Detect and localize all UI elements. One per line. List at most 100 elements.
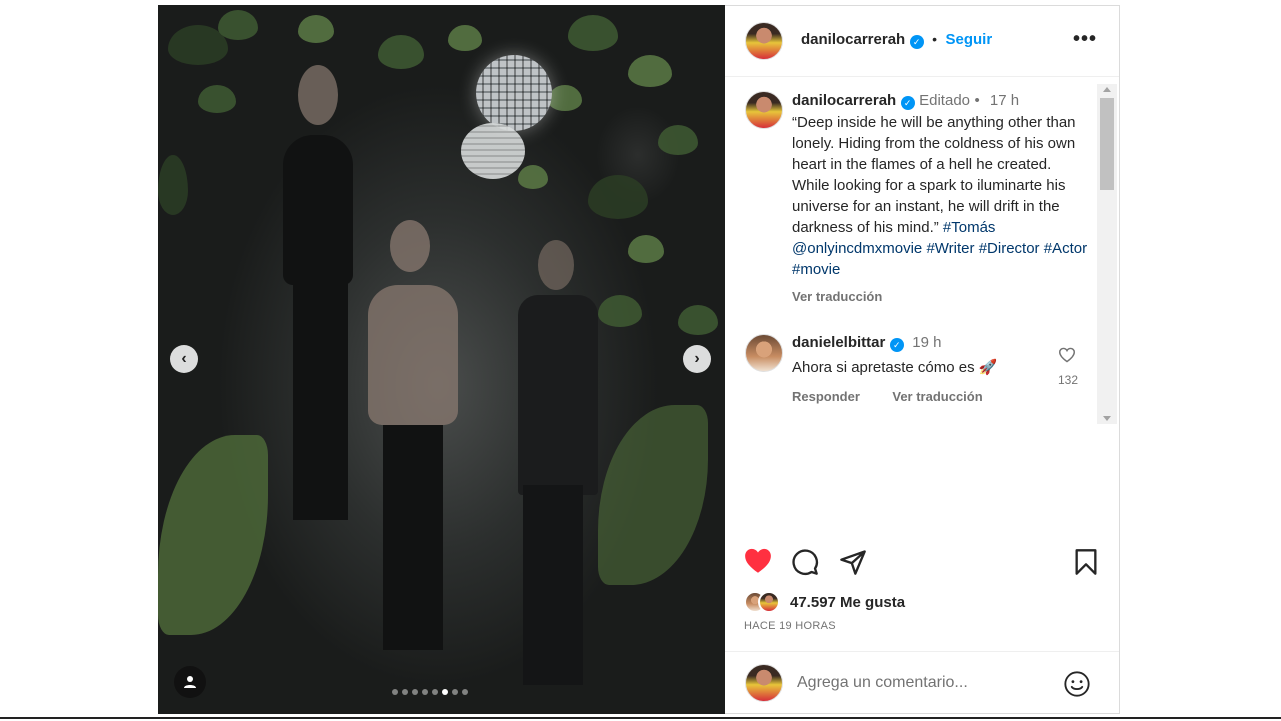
carousel-dot [412, 689, 418, 695]
person-torso [368, 285, 458, 425]
person-silhouette [293, 280, 348, 520]
hashtag-link[interactable]: #Director [979, 240, 1040, 257]
comment-time: 19 h [912, 334, 942, 351]
leaf-decoration [158, 155, 188, 215]
more-options-icon[interactable]: ••• [1073, 28, 1097, 51]
carousel-dot [462, 689, 468, 695]
author-username[interactable]: danilocarrerah [801, 31, 905, 48]
carousel-dot [422, 689, 428, 695]
post-details-panel: danilocarrerah ✓ • Seguir ••• danilocarr… [725, 5, 1120, 714]
carousel-dot [432, 689, 438, 695]
comment-like-button[interactable] [1058, 347, 1076, 368]
chevron-left-icon: ‹ [181, 350, 187, 367]
comment-bubble-icon [792, 549, 818, 575]
mention-link[interactable]: @onlyincdmxmovie [792, 240, 922, 257]
scrollbar-thumb[interactable] [1100, 98, 1114, 190]
verified-badge-icon: ✓ [909, 35, 924, 49]
leaf-decoration [598, 295, 642, 327]
like-button[interactable] [743, 547, 773, 579]
person-silhouette [518, 295, 598, 495]
leaf-decoration [518, 165, 548, 189]
comments-scrollbar[interactable] [1097, 84, 1117, 424]
bookmark-icon [1075, 549, 1097, 575]
save-button[interactable] [1074, 548, 1098, 581]
liker-avatar [758, 591, 780, 613]
disco-ball [476, 55, 552, 131]
person-silhouette [283, 135, 353, 285]
commenter-username[interactable]: danielelbittar [792, 334, 885, 351]
next-photo-button[interactable]: › [683, 345, 711, 373]
tagged-users-button[interactable] [174, 666, 206, 698]
chevron-right-icon: › [694, 350, 700, 367]
comment-translate-link[interactable]: Ver traducción [892, 389, 982, 404]
leaf-decoration [218, 10, 258, 40]
leaf-decoration [298, 15, 334, 43]
leaf-decoration [448, 25, 482, 51]
caption-time: 17 h [989, 92, 1020, 109]
user-icon [184, 676, 196, 688]
comments-section[interactable]: danilocarrerah ✓ Editado • 17 h “Deep in… [725, 78, 1119, 428]
carousel-dot [392, 689, 398, 695]
follow-button[interactable]: Seguir [945, 31, 992, 48]
heart-filled-icon [745, 548, 771, 573]
leaf-decoration [568, 15, 618, 51]
page-divider [0, 717, 1281, 719]
comment-button[interactable] [791, 548, 819, 581]
separator-dot: • [974, 92, 984, 109]
carousel-indicator [392, 689, 468, 695]
liked-by-avatars[interactable] [744, 591, 788, 613]
leaf-decoration [198, 85, 236, 113]
verified-badge-icon: ✓ [900, 96, 915, 110]
hashtag-link[interactable]: #movie [792, 261, 840, 278]
hashtag-link[interactable]: #Actor [1044, 240, 1087, 257]
comment-input[interactable]: Agrega un comentario... [797, 674, 968, 692]
previous-photo-button[interactable]: ‹ [170, 345, 198, 373]
likes-count[interactable]: 47.597 Me gusta [790, 594, 905, 611]
leaf-decoration [548, 85, 582, 111]
current-user-avatar [745, 664, 783, 702]
plant-decoration [158, 435, 268, 635]
leaf-decoration [628, 235, 664, 263]
caption-author-avatar[interactable] [745, 91, 783, 129]
paper-plane-icon [840, 550, 866, 575]
post-timestamp[interactable]: HACE 19 HORAS [744, 620, 836, 632]
leaf-decoration [378, 35, 424, 69]
post-photo[interactable] [158, 5, 725, 714]
carousel-dot [452, 689, 458, 695]
comment-text: Ahora si apretaste cómo es 🚀 [792, 359, 998, 376]
comment-like-count: 132 [1057, 373, 1079, 387]
verified-badge-icon: ✓ [889, 338, 904, 352]
separator-dot: • [932, 31, 938, 47]
commenter-avatar[interactable] [745, 334, 783, 372]
scroll-up-arrow-icon[interactable] [1103, 87, 1111, 92]
carousel-dot [442, 689, 448, 695]
author-avatar[interactable] [745, 22, 783, 60]
person-head [298, 65, 338, 125]
emoji-button[interactable] [1063, 670, 1091, 703]
person-silhouette [523, 485, 583, 685]
hashtag-link[interactable]: #Writer [926, 240, 974, 257]
instagram-post-view: ‹ › danilocarrerah ✓ • Seguir ••• danilo… [0, 0, 1281, 721]
post-header: danilocarrerah ✓ • Seguir ••• [725, 6, 1119, 77]
person-head [538, 240, 574, 290]
emoji-smile-icon [1064, 671, 1090, 697]
scroll-down-arrow-icon[interactable] [1103, 416, 1111, 421]
paper-lantern [461, 123, 525, 179]
caption-author-username[interactable]: danilocarrerah [792, 92, 896, 109]
caption-body: “Deep inside he will be anything other t… [792, 114, 1076, 236]
heart-outline-icon [1058, 347, 1076, 363]
leaf-decoration [678, 305, 718, 335]
person-head [390, 220, 430, 272]
post-actions: 47.597 Me gusta HACE 19 HORAS [725, 528, 1119, 648]
caption-text: “Deep inside he will be anything other t… [792, 112, 1092, 280]
caption-translate-link[interactable]: Ver traducción [792, 289, 882, 304]
leaf-decoration [628, 55, 672, 87]
add-comment-bar: Agrega un comentario... [725, 651, 1119, 715]
carousel-dot [402, 689, 408, 695]
person-silhouette [383, 425, 443, 650]
reply-link[interactable]: Responder [792, 389, 860, 404]
leaf-decoration [588, 175, 648, 219]
plant-decoration [598, 405, 708, 585]
hashtag-link[interactable]: #Tomás [943, 219, 996, 236]
share-button[interactable] [839, 548, 867, 581]
